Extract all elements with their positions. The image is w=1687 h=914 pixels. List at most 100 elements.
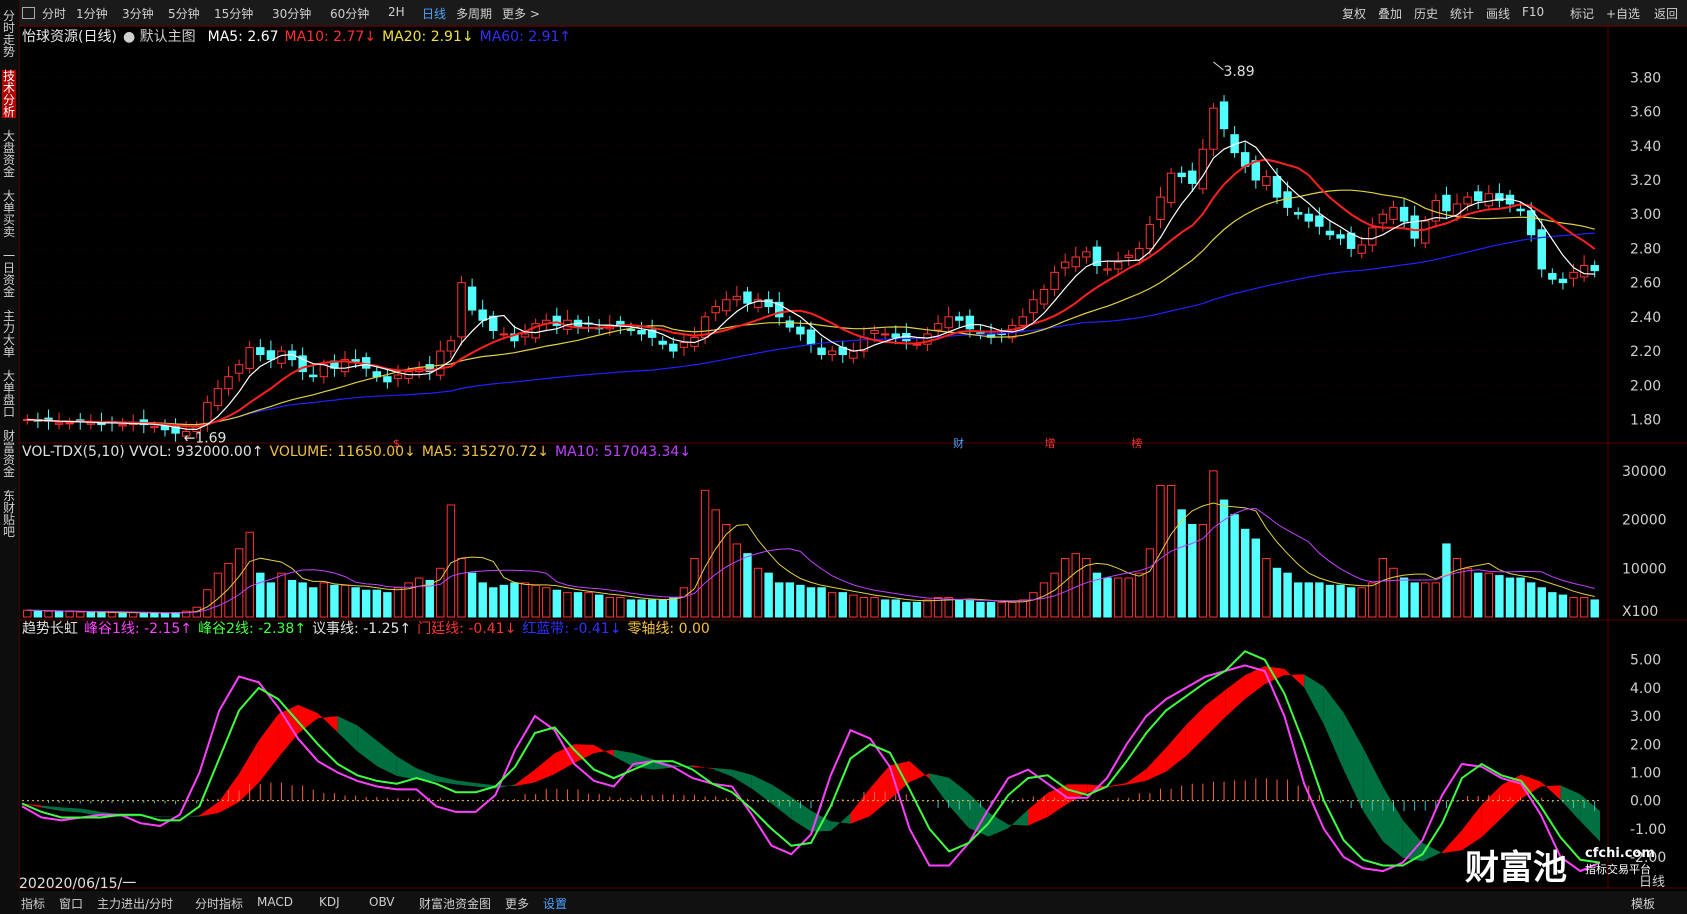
volume-bar [499, 584, 509, 618]
volume-chart [23, 470, 1599, 618]
price-candle [626, 328, 636, 332]
volume-bar [764, 572, 773, 618]
volume-bar [1336, 584, 1345, 618]
volume-bar [584, 592, 593, 618]
bottom-tab-2[interactable]: 主力进出/分时 [97, 895, 173, 912]
price-candle [309, 374, 318, 378]
price-candle [1293, 212, 1303, 215]
price-candle [86, 422, 96, 425]
volume-bar [732, 543, 742, 618]
stock-name[interactable]: 怡球资源(日线) [22, 29, 117, 45]
volume-bar [1008, 601, 1017, 618]
volume-bar [150, 612, 159, 618]
volume-bar [1516, 577, 1525, 618]
trend-band-segment [1284, 668, 1305, 688]
volume-bar [669, 597, 678, 618]
volume-bar [1241, 528, 1250, 618]
volume-bar [658, 599, 667, 618]
price-candle [457, 282, 466, 338]
trend-band-segment [317, 713, 338, 733]
trend-band-segment [1027, 792, 1048, 826]
trend-band-segment [1323, 686, 1344, 770]
bottom-tab-1[interactable]: 窗口 [59, 895, 83, 912]
price-candle [1018, 316, 1028, 326]
trend-band-segment [1343, 712, 1364, 812]
price-candle [1315, 215, 1324, 227]
trend-band-segment [692, 765, 713, 769]
indicator-name[interactable]: 趋势长虹 [22, 621, 78, 637]
volume-bar [1103, 577, 1112, 618]
volume-bar [393, 587, 403, 618]
price-candle [827, 350, 837, 355]
volume-bar [446, 504, 456, 618]
price-candle [1113, 261, 1123, 270]
trend-band-segment [1205, 690, 1226, 737]
peak1-value: 峰谷1线: -2.15↑ [84, 621, 193, 637]
price-candle [467, 286, 477, 311]
volume-axis-tick: 10000 [1622, 561, 1667, 577]
price-candle [1060, 261, 1070, 269]
template-selector[interactable]: ● 默认主图 [123, 29, 202, 45]
price-axis-tick: 3.60 [1630, 105, 1661, 121]
indicator-legend: 趋势长虹 峰谷1线: -2.15↑ 峰谷2线: -2.38↑ 议事线: -1.25↑ 门… [22, 618, 716, 638]
price-candle [965, 315, 975, 330]
price-candle [1166, 172, 1176, 203]
price-candle [933, 323, 943, 331]
volume-bar [616, 597, 625, 618]
trend-band-segment [1383, 786, 1403, 858]
volume-bar [118, 612, 127, 618]
event-mark: 榜 [1131, 436, 1142, 450]
volume-bar [594, 594, 604, 618]
price-candle [944, 316, 953, 329]
gate-line-value: 门廷线: -0.41↓ [417, 621, 517, 637]
price-candle [1569, 271, 1578, 279]
volume-bar [1283, 572, 1292, 618]
bottom-tab-9[interactable]: 设置 [543, 895, 567, 912]
indicator-axis-tick: 3.00 [1630, 709, 1661, 725]
bottom-tab-3[interactable]: 分时指标 [195, 895, 243, 912]
trend-band-segment [732, 769, 752, 789]
trend-band-segment [1304, 674, 1324, 725]
bottom-tab-0[interactable]: 指标 [21, 895, 45, 912]
price-axis-tick: 3.00 [1630, 207, 1661, 223]
volume-bar [23, 609, 32, 618]
trend-band-segment [771, 784, 792, 819]
trend-band-segment [396, 756, 417, 780]
volume-bar [891, 599, 900, 618]
price-candle [1145, 223, 1155, 249]
bottom-tab-8[interactable]: 更多 [505, 895, 529, 912]
template-tab[interactable]: 模板 [1631, 895, 1655, 912]
price-candle [203, 401, 212, 424]
volume-bar [467, 572, 477, 618]
volume-bar [880, 599, 890, 618]
trend-band-segment [830, 813, 851, 831]
volume-bar [827, 592, 837, 618]
price-candle [817, 347, 826, 355]
volume-bar [319, 582, 329, 618]
price-candle [1262, 176, 1271, 186]
volume-bar [796, 584, 805, 618]
volume-bar [679, 587, 689, 618]
volume-bar [1145, 548, 1155, 618]
price-candle [1399, 206, 1409, 222]
volume-bar [1474, 572, 1483, 618]
volume-bar [86, 611, 96, 618]
volume-bar [1558, 594, 1568, 618]
volume-bar [1071, 553, 1080, 618]
volume-axis-tick: X100 [1622, 604, 1658, 620]
price-candle [1442, 194, 1451, 212]
price-legend: 怡球资源(日线) ● 默认主图 MA5: 2.67 MA10: 2.77↓ MA20: … [22, 26, 577, 46]
volume-bar [1039, 582, 1049, 618]
bottom-tab-5[interactable]: KDJ [319, 895, 340, 909]
volume-bar [1452, 558, 1462, 618]
volume-indicator-name[interactable]: VOL-TDX(5,10) VVOL: 932000.00↑ [22, 444, 263, 460]
price-candle [1410, 215, 1419, 239]
bottom-tab-4[interactable]: MACD [257, 895, 293, 909]
price-candle [891, 333, 900, 338]
volume-bar [213, 572, 223, 618]
price-candle [1548, 273, 1557, 280]
volume-axis-tick: 20000 [1622, 513, 1667, 529]
bottom-tab-7[interactable]: 财富池资金图 [419, 895, 491, 912]
bottom-tab-6[interactable]: OBV [369, 895, 395, 909]
price-candle [870, 330, 879, 334]
